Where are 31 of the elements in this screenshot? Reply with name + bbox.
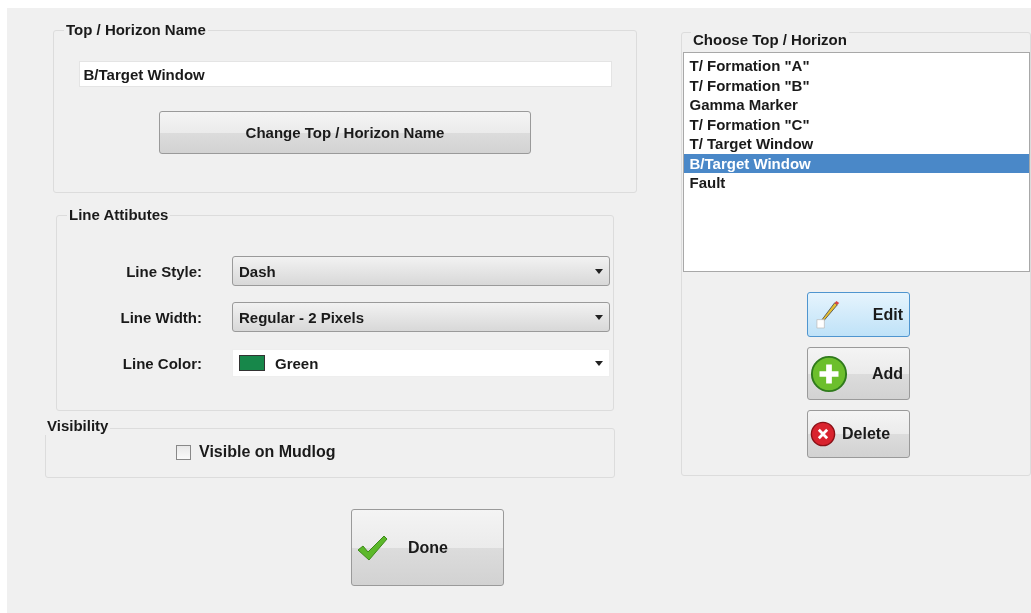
name-field[interactable]: B/Target Window [78,61,612,87]
field-label: Line Width: [119,308,203,326]
caret-icon [595,360,603,366]
delete-button[interactable]: Delete [807,410,910,458]
checkbox-label: Visible on Mudlog [199,443,336,461]
checkmark-icon [356,533,388,562]
dropdown[interactable]: Dash [232,256,610,286]
pencil-icon [816,300,842,329]
caret-icon [595,268,603,274]
list-item[interactable]: T/ Formation "C" [683,114,1029,134]
list-item[interactable]: Gamma Marker [683,95,1029,115]
edit-button[interactable]: Edit [807,292,910,337]
done-button[interactable]: Done [351,509,504,586]
list-item[interactable]: T/ Formation "A" [683,56,1029,76]
list-item[interactable]: B/Target Window [683,153,1029,173]
list-item[interactable]: Fault [683,173,1029,193]
plus-icon [810,354,848,393]
field-label: Line Style: [125,262,203,280]
dropdown[interactable]: Regular - 2 Pixels [232,302,610,332]
checkbox[interactable] [176,444,191,460]
list-item[interactable]: T/ Target Window [683,134,1029,154]
caret-icon [595,314,603,320]
group-title: Visibility [45,417,111,435]
delete-icon [810,421,836,447]
color-dropdown[interactable]: Green [232,349,610,377]
list-item[interactable]: T/ Formation "B" [683,75,1029,95]
group-title: Choose Top / Horizon [691,31,849,49]
field-label: Line Color: [121,354,203,372]
add-button[interactable]: Add [807,347,910,400]
group-title: Top / Horizon Name [64,21,208,39]
change-name-button[interactable]: Change Top / Horizon Name [159,111,531,154]
